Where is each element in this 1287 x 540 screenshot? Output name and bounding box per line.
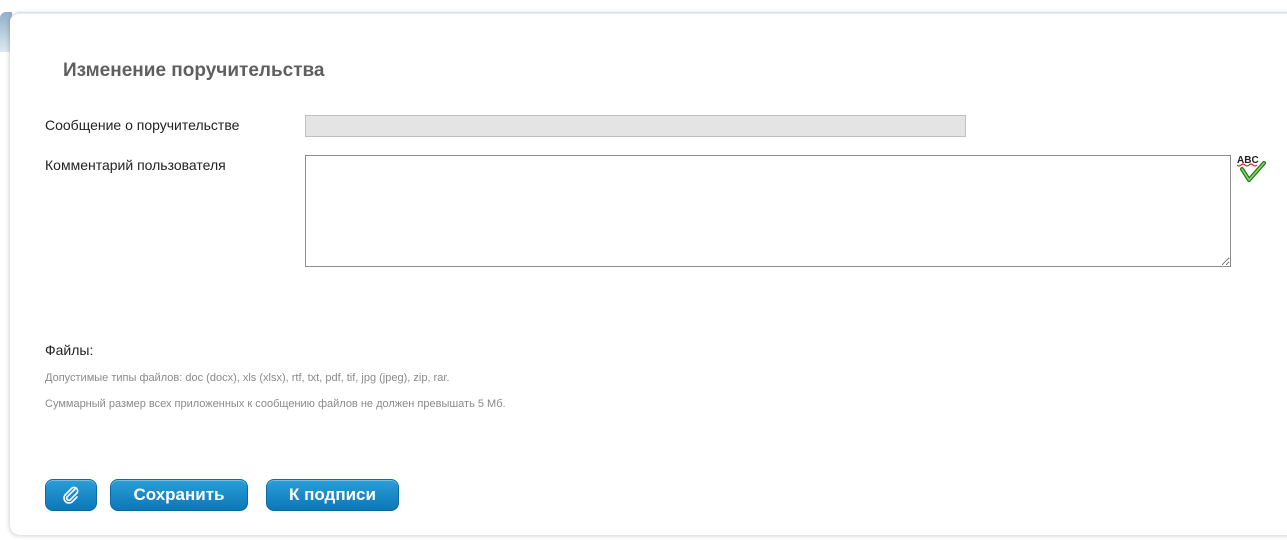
allowed-types-hint: Допустимые типы файлов: doc (docx), xls … [45,372,450,384]
form-panel [10,12,1287,535]
message-label: Сообщение о поручительстве [45,117,240,133]
files-label: Файлы: [45,342,94,358]
attach-file-button[interactable] [45,479,97,511]
svg-text:ABC: ABC [1237,155,1259,166]
paperclip-icon [63,486,79,504]
comment-label: Комментарий пользователя [45,157,226,173]
page: Изменение поручительства Сообщение о пор… [0,0,1287,540]
comment-textarea[interactable] [305,155,1231,267]
page-title: Изменение поручительства [63,60,325,81]
spellcheck-icon[interactable]: ABC [1236,152,1270,186]
to-signature-button[interactable]: К подписи [266,479,399,511]
message-field[interactable] [305,115,966,137]
size-limit-hint: Суммарный размер всех приложенных к сооб… [45,398,506,410]
save-button[interactable]: Сохранить [110,479,248,511]
